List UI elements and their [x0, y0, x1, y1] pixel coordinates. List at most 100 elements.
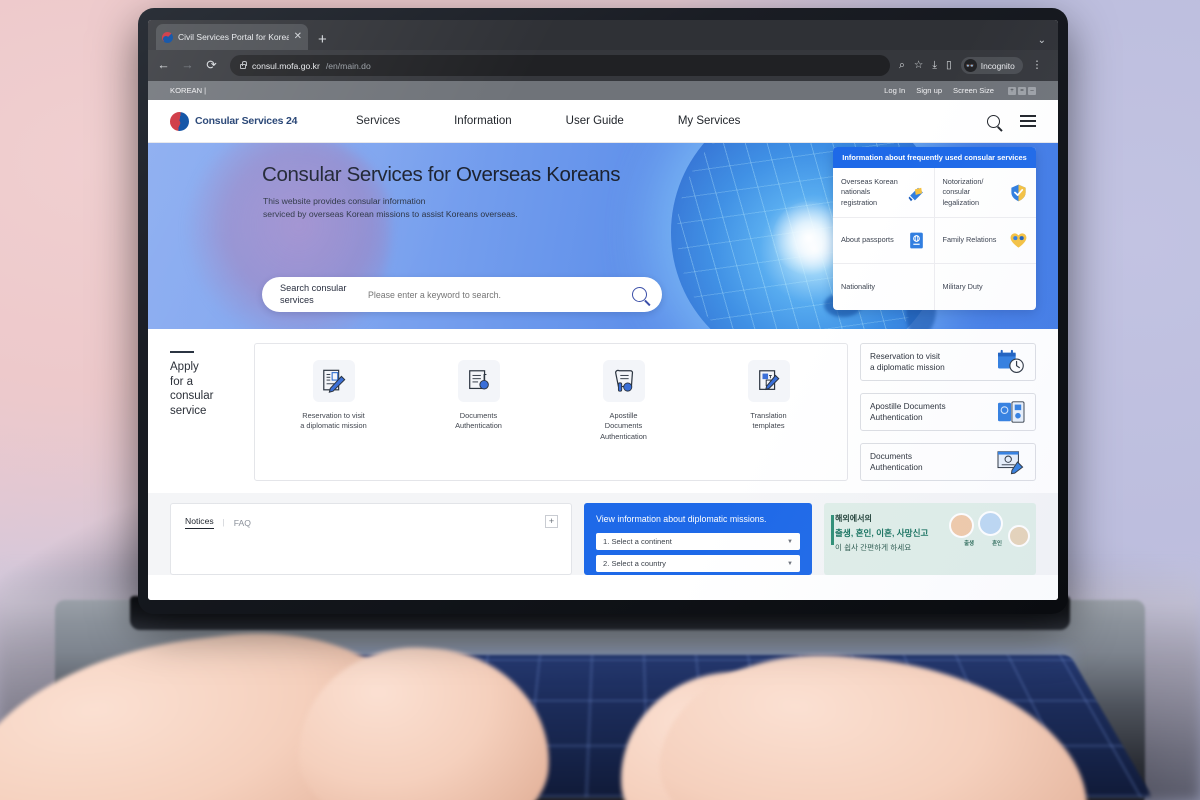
apply-heading-line1: Apply	[170, 361, 199, 373]
tile-label-line2: Documents	[604, 421, 643, 431]
info-item-overseas-korean-registration[interactable]: Overseas Korean nationals registration	[833, 168, 935, 219]
passport-icon	[907, 231, 926, 250]
hero-subtitle-line2: serviced by overseas Korean missions to …	[263, 208, 518, 219]
close-icon[interactable]: ✕	[294, 32, 302, 42]
family-icon	[1009, 231, 1028, 250]
info-item-label: Family Relations	[942, 235, 997, 245]
tile-apostille-documents-authentication[interactable]: Apostille Documents Authentication	[577, 360, 671, 442]
screen-size-controls: + = –	[1008, 86, 1036, 95]
incognito-label: Incognito	[980, 60, 1015, 71]
log-in-link[interactable]: Log In	[884, 86, 905, 95]
person-avatar	[949, 513, 974, 538]
search-icon[interactable]: ⌕	[899, 60, 905, 71]
person-avatar	[978, 511, 1003, 536]
url-domain: consul.mofa.go.kr	[252, 60, 320, 71]
info-panel-title: Information about frequently used consul…	[833, 147, 1036, 168]
taegeuk-icon	[167, 108, 192, 134]
chevron-down-icon[interactable]: ⌄	[1038, 35, 1046, 46]
info-item-military-duty[interactable]: Military Duty	[935, 264, 1037, 310]
screen-size-reset-button[interactable]: =	[1018, 86, 1026, 95]
frequently-used-services-panel: Information about frequently used consul…	[833, 147, 1037, 311]
screen-size-decrease-button[interactable]: –	[1028, 86, 1036, 95]
calendar-clock-icon	[996, 349, 1026, 375]
diplomatic-missions-card: View information about diplomatic missio…	[584, 503, 812, 575]
korean-language-link[interactable]: KOREAN |	[170, 86, 884, 95]
site-logo[interactable]: Consular Services 24	[167, 108, 338, 134]
tile-label-line1: Reservation to visit	[302, 411, 365, 420]
info-item-passports[interactable]: About passports	[833, 218, 935, 265]
hero-title: Consular Services for Overseas Koreans	[262, 163, 621, 186]
info-item-label: Notorization/ consular legalization	[942, 177, 984, 207]
site-header: Consular Services 24 Services Informatio…	[148, 100, 1058, 143]
quick-link-documents-authentication[interactable]: Documents Authentication	[860, 443, 1036, 481]
banner-caption1: 출생	[964, 541, 974, 547]
hamburger-menu-icon[interactable]	[1020, 115, 1036, 127]
page-title: Apply for a consular service	[170, 360, 242, 419]
download-icon[interactable]: ⤓	[932, 60, 937, 71]
tab-notices[interactable]: Notices	[185, 516, 214, 529]
accent-bar	[831, 515, 834, 545]
certificate-pen-icon	[996, 449, 1026, 475]
chevron-down-icon: ▼	[787, 538, 793, 545]
nav-item-my-services[interactable]: My Services	[678, 115, 741, 127]
korean-promo-banner[interactable]: 해외에서의 출생, 혼인, 이혼, 사망신고 이 쉽사 간편하게 하세요 출생 …	[824, 503, 1036, 575]
quick-link-label-line1: Documents	[870, 450, 912, 461]
incognito-indicator[interactable]: 👓 Incognito	[960, 57, 1023, 74]
expand-notices-button[interactable]: +	[545, 515, 558, 528]
search-submit-button[interactable]	[626, 282, 652, 308]
quick-link-apostille-documents-authentication[interactable]: Apostille Documents Authentication	[860, 393, 1036, 431]
back-icon[interactable]: ←	[156, 59, 171, 72]
info-item-nationality[interactable]: Nationality	[833, 264, 935, 311]
quick-link-label-line1: Apostille Documents	[870, 400, 946, 411]
info-item-label: Overseas Korean nationals registration	[841, 177, 898, 207]
tile-reservation-diplomatic-mission[interactable]: Reservation to visit a diplomatic missio…	[287, 360, 381, 432]
side-panel-icon[interactable]: ▯	[946, 60, 952, 71]
info-item-family-relations[interactable]: Family Relations	[934, 218, 1036, 265]
new-tab-button[interactable]: +	[318, 32, 327, 47]
tab-divider: |	[222, 518, 225, 527]
search-icon[interactable]	[987, 114, 1000, 128]
utility-bar: KOREAN | Log In Sign up Screen Size + = …	[148, 81, 1058, 100]
bottom-section: Notices | FAQ + View information about d…	[148, 493, 1058, 575]
country-select[interactable]: 2. Select a country ▼	[596, 555, 800, 572]
tile-label: Reservation to visit a diplomatic missio…	[287, 411, 381, 432]
logo-text: Consular Services 24	[195, 115, 298, 127]
bookmark-star-icon[interactable]: ☆	[914, 60, 923, 71]
reservation-document-icon	[312, 360, 355, 402]
tab-favicon-icon	[162, 31, 173, 43]
browser-tab[interactable]: Civil Services Portal for Korean ✕	[156, 24, 308, 50]
reload-icon[interactable]: ⟳	[204, 59, 219, 72]
consular-search-bar[interactable]: Search consular services	[262, 277, 662, 312]
browser-toolbar: ← → ⟳ consul.mofa.go.kr/en/main.do ⌕ ☆ ⤓…	[148, 50, 1058, 81]
browser-menu-icon[interactable]: ⋮	[1032, 60, 1043, 71]
search-input[interactable]	[368, 289, 626, 300]
person-avatar	[1008, 525, 1030, 547]
nav-item-services[interactable]: Services	[356, 115, 400, 127]
sign-up-link[interactable]: Sign up	[916, 86, 942, 95]
apply-heading-line2: for a	[170, 375, 194, 388]
hero-banner: Consular Services for Overseas Koreans T…	[148, 143, 1058, 329]
hero-subtitle: This website provides consular informati…	[263, 195, 518, 221]
url-path: /en/main.do	[325, 60, 371, 71]
continent-select[interactable]: 1. Select a continent ▼	[596, 533, 800, 550]
banner-caption2: 혼인	[992, 541, 1002, 547]
tile-label-line1: Documents	[459, 411, 498, 420]
notices-tabs: Notices | FAQ	[185, 516, 557, 529]
chevron-down-icon: ▼	[787, 560, 793, 567]
nav-item-user-guide[interactable]: User Guide	[566, 115, 624, 127]
apostille-scroll-icon	[602, 360, 645, 402]
quick-link-reservation-diplomatic-mission[interactable]: Reservation to visit a diplomatic missio…	[860, 343, 1036, 381]
tile-label: Documents Authentication	[432, 411, 526, 432]
forward-icon[interactable]: →	[180, 59, 195, 72]
address-bar[interactable]: consul.mofa.go.kr/en/main.do	[230, 55, 890, 76]
screen-viewport: Civil Services Portal for Korean ✕ + ⌄ ←…	[148, 20, 1058, 600]
screen-size-increase-button[interactable]: +	[1008, 86, 1016, 95]
tile-documents-authentication[interactable]: Documents Authentication	[432, 360, 526, 432]
tile-label-line3: Authentication	[600, 431, 647, 441]
tile-label-line2: a diplomatic mission	[300, 421, 367, 431]
nav-item-information[interactable]: Information	[454, 115, 512, 127]
info-item-notarization[interactable]: Notorization/ consular legalization	[934, 168, 1036, 219]
quick-link-label-line2: Authentication	[870, 462, 923, 472]
tab-faq[interactable]: FAQ	[234, 518, 251, 528]
tile-translation-templates[interactable]: Translation templates	[722, 360, 816, 432]
